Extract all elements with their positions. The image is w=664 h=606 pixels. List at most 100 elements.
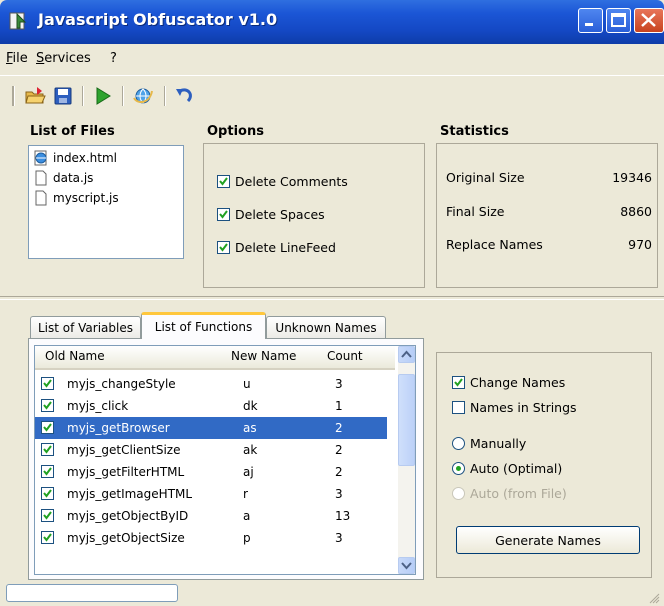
column-header-new-name[interactable]: New Name [231,349,296,363]
file-name: data.js [53,171,94,185]
app-icon [9,12,27,30]
minimize-icon [585,23,593,26]
table-row[interactable]: myjs_getImageHTML r 3 [35,483,387,505]
toolbar-grip [12,86,15,106]
table-row[interactable]: myjs_changeStyle u 3 [35,373,387,395]
radio-button[interactable] [452,436,465,450]
open-folder-icon[interactable] [24,85,46,107]
maximize-button[interactable] [606,8,631,33]
names-in-strings-checkbox[interactable]: Names in Strings [452,398,577,416]
file-name: myscript.js [53,191,119,205]
new-name-cell: ak [243,443,258,457]
files-heading: List of Files [30,124,115,139]
scroll-up-button[interactable] [398,346,415,363]
row-checkbox[interactable] [41,509,54,522]
table-row[interactable]: myjs_getObjectByID a 13 [35,505,387,527]
delete-comments-checkbox[interactable]: Delete Comments [217,172,348,190]
new-name-cell: aj [243,465,254,479]
old-name-cell: myjs_getObjectSize [67,531,185,545]
delete-spaces-checkbox[interactable]: Delete Spaces [217,205,325,223]
stat-final-size: Final Size 8860 [446,204,652,222]
checkbox[interactable] [452,375,465,389]
manually-radio[interactable]: Manually [452,434,526,452]
change-names-checkbox[interactable]: Change Names [452,373,565,391]
stat-replace-names: Replace Names 970 [446,237,652,255]
tab-list-of-functions[interactable]: List of Functions [141,312,266,339]
toolbar-separator [82,86,84,106]
files-list[interactable]: index.html data.js myscript.js [28,145,184,259]
old-name-cell: myjs_getImageHTML [67,487,193,501]
close-icon [641,13,656,27]
auto-optimal-radio[interactable]: Auto (Optimal) [452,459,562,477]
splitter[interactable] [0,296,664,300]
run-icon[interactable] [92,85,114,107]
checkbox[interactable] [452,400,465,414]
window-title: Javascript Obfuscator v1.0 [38,10,278,29]
table-row[interactable]: myjs_getObjectSize p 3 [35,527,387,549]
row-checkbox[interactable] [41,421,54,434]
checkbox[interactable] [217,207,230,221]
checkbox-label: Delete LineFeed [235,239,336,255]
row-checkbox[interactable] [41,443,54,456]
checkbox[interactable] [217,174,230,188]
count-cell: 2 [335,421,343,435]
resize-grip-icon[interactable] [648,592,660,604]
title-bar[interactable]: Javascript Obfuscator v1.0 [0,0,664,44]
minimize-button[interactable] [578,8,603,33]
save-icon[interactable] [52,85,74,107]
old-name-cell: myjs_click [67,399,129,413]
old-name-cell: myjs_getBrowser [67,421,170,435]
stat-label: Original Size [446,170,525,185]
delete-linefeed-checkbox[interactable]: Delete LineFeed [217,238,336,256]
vertical-scrollbar[interactable] [398,346,415,574]
count-cell: 2 [335,465,343,479]
tab-list-of-variables[interactable]: List of Variables [30,316,141,338]
tab-unknown-names[interactable]: Unknown Names [266,316,386,338]
toolbar [0,75,664,116]
stat-label: Final Size [446,204,505,219]
new-name-cell: a [243,509,251,523]
table-row-selected[interactable]: myjs_getBrowser as 2 [35,417,387,439]
functions-table[interactable]: Old Name New Name Count myjs_changeStyle… [34,345,416,575]
table-row[interactable]: myjs_click dk 1 [35,395,387,417]
column-header-old-name[interactable]: Old Name [45,349,105,363]
radio-label: Auto (from File) [470,485,567,501]
stat-label: Replace Names [446,237,543,252]
scroll-thumb[interactable] [398,374,415,466]
checkbox-label: Delete Spaces [235,206,325,222]
toolbar-separator [122,86,124,106]
auto-from-file-radio: Auto (from File) [452,484,567,502]
old-name-cell: myjs_changeStyle [67,377,176,391]
count-cell: 3 [335,377,343,391]
checkbox[interactable] [217,240,230,254]
list-item[interactable]: myscript.js [33,188,119,208]
column-header-count[interactable]: Count [327,349,363,363]
scroll-down-button[interactable] [398,557,415,574]
statistics-heading: Statistics [440,124,509,139]
menu-help[interactable]: ? [110,51,117,66]
row-checkbox[interactable] [41,465,54,478]
table-row[interactable]: myjs_getFilterHTML aj 2 [35,461,387,483]
menu-services[interactable]: Services [36,51,91,66]
menu-file[interactable]: File [6,51,28,66]
row-checkbox[interactable] [41,377,54,390]
js-file-icon [35,190,47,206]
close-button[interactable] [634,8,664,33]
radio-button[interactable] [452,461,465,475]
options-heading: Options [207,124,264,139]
old-name-cell: myjs_getObjectByID [67,509,189,523]
browser-icon[interactable] [132,85,154,107]
undo-icon[interactable] [174,85,196,107]
radio-label: Auto (Optimal) [470,460,563,476]
count-cell: 2 [335,443,343,457]
list-item[interactable]: data.js [33,168,93,188]
chevron-down-icon [401,562,412,570]
row-checkbox[interactable] [41,531,54,544]
list-item[interactable]: index.html [33,148,117,168]
table-row[interactable]: myjs_getClientSize ak 2 [35,439,387,461]
new-name-cell: dk [243,399,258,413]
row-checkbox[interactable] [41,399,54,412]
generate-names-button[interactable]: Generate Names [456,526,640,554]
status-field [6,584,178,602]
row-checkbox[interactable] [41,487,54,500]
